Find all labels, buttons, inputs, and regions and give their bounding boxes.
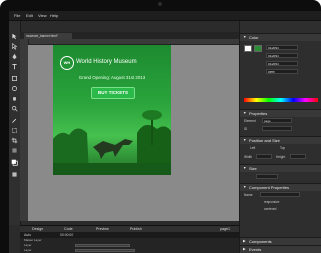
hex-field[interactable]: #2a8f34 (266, 53, 298, 58)
menu-view[interactable]: View (38, 13, 47, 18)
position-section-header[interactable]: ▼ Position and Size (240, 136, 321, 144)
text-icon[interactable] (11, 63, 18, 70)
eyedropper-icon[interactable] (11, 117, 18, 124)
color-spectrum[interactable] (244, 98, 318, 102)
fill-swatch[interactable] (244, 45, 252, 52)
color-section-header[interactable]: ▼ Color (240, 33, 321, 41)
keyframe-track[interactable] (75, 244, 130, 247)
name-label: Name (244, 193, 253, 197)
timeline-panel: Design Code Preview Publish page1 Auto 0… (20, 225, 239, 253)
chevron-down-icon: ▼ (243, 35, 247, 39)
properties-panel: ▼ Color #2a8f34 #2a8f34 #2a8f34 #ffffff … (239, 21, 321, 253)
chevron-down-icon: ▼ (243, 138, 247, 142)
hex-field[interactable]: #ffffff (266, 69, 298, 74)
gradient-icon[interactable] (11, 147, 18, 154)
menu-edit[interactable]: Edit (26, 13, 33, 18)
tab-publish[interactable]: Publish (130, 227, 142, 231)
tab-design[interactable]: Design (32, 227, 43, 231)
option-responsive[interactable]: responsive (264, 200, 279, 204)
camera-icon (158, 2, 162, 6)
hand-icon[interactable] (11, 95, 18, 102)
hex-field[interactable]: #2a8f34 (266, 61, 298, 66)
left-label: Left (250, 146, 256, 150)
tab-code[interactable]: Code (64, 227, 73, 231)
layer-name: Master Layer (24, 238, 42, 242)
chevron-down-icon: ▼ (243, 166, 247, 170)
id-label: ID (244, 127, 248, 131)
banner-title: World History Museum (76, 59, 137, 65)
jungle-dinosaur-illustration (53, 110, 171, 175)
ellipse-icon[interactable] (11, 85, 18, 92)
transform-icon[interactable] (11, 127, 18, 134)
size-section-header[interactable]: ▼ Size (240, 164, 321, 172)
width-label: Width (244, 155, 253, 159)
banner-artwork[interactable]: WH World History Museum Grand Opening: A… (53, 45, 171, 175)
height-label: Height (276, 155, 286, 159)
menu-help[interactable]: Help (50, 13, 58, 18)
chevron-down-icon: ▼ (243, 111, 247, 115)
name-field[interactable] (260, 192, 300, 197)
page-selector[interactable]: page1 (220, 227, 230, 231)
document-tab-bar: museum_banner.html* (20, 32, 239, 39)
option-centered[interactable]: centered (264, 207, 276, 211)
menu-file[interactable]: File (14, 13, 20, 18)
component-section-header[interactable]: ▼ Component Properties (240, 183, 321, 191)
tab-preview[interactable]: Preview (96, 227, 109, 231)
buy-tickets-button[interactable]: BUY TICKETS (91, 87, 135, 99)
hex-field[interactable]: #2a8f34 (266, 45, 298, 50)
top-label: Top (280, 146, 286, 150)
size-field[interactable] (256, 174, 278, 179)
chevron-down-icon: ▼ (243, 185, 247, 189)
device-bezel: File Edit View Help museum_banner.html* (0, 0, 321, 253)
pen-icon[interactable] (11, 53, 18, 60)
element-field[interactable]: page (262, 118, 292, 123)
auto-toggle[interactable]: Auto (24, 233, 31, 237)
banner-subtitle: Grand Opening: August 31st 2013 (78, 75, 146, 80)
id-field[interactable] (262, 126, 292, 131)
properties-section-header[interactable]: ▼ Properties (240, 109, 321, 117)
keyframe-track[interactable] (75, 249, 135, 252)
rectangle-icon[interactable] (11, 75, 18, 82)
fill-color-icon[interactable] (11, 159, 18, 166)
events-section-header[interactable]: ▶ Events (240, 245, 321, 253)
width-field[interactable] (256, 154, 272, 159)
chevron-right-icon: ▶ (243, 247, 246, 251)
museum-logo: WH (60, 56, 74, 70)
height-field[interactable] (290, 154, 306, 159)
timeline-row[interactable]: Layer (20, 248, 239, 253)
stroke-color-icon[interactable] (11, 171, 18, 178)
chevron-right-icon: ▶ (243, 239, 246, 243)
element-label: Element (244, 119, 256, 123)
time-readout: 00:00:00 (60, 233, 74, 237)
layer-name: Layer (24, 248, 32, 252)
layer-name: Layer (24, 243, 32, 247)
components-section-header[interactable]: ▶ Components (240, 237, 321, 245)
crop-icon[interactable] (11, 137, 18, 144)
direct-select-icon[interactable] (11, 43, 18, 50)
menu-bar: File Edit View Help (9, 11, 321, 21)
zoom-icon[interactable] (11, 105, 18, 112)
app-window: File Edit View Help museum_banner.html* (9, 11, 321, 253)
pointer-icon[interactable] (11, 33, 18, 40)
stroke-swatch[interactable] (254, 45, 262, 52)
